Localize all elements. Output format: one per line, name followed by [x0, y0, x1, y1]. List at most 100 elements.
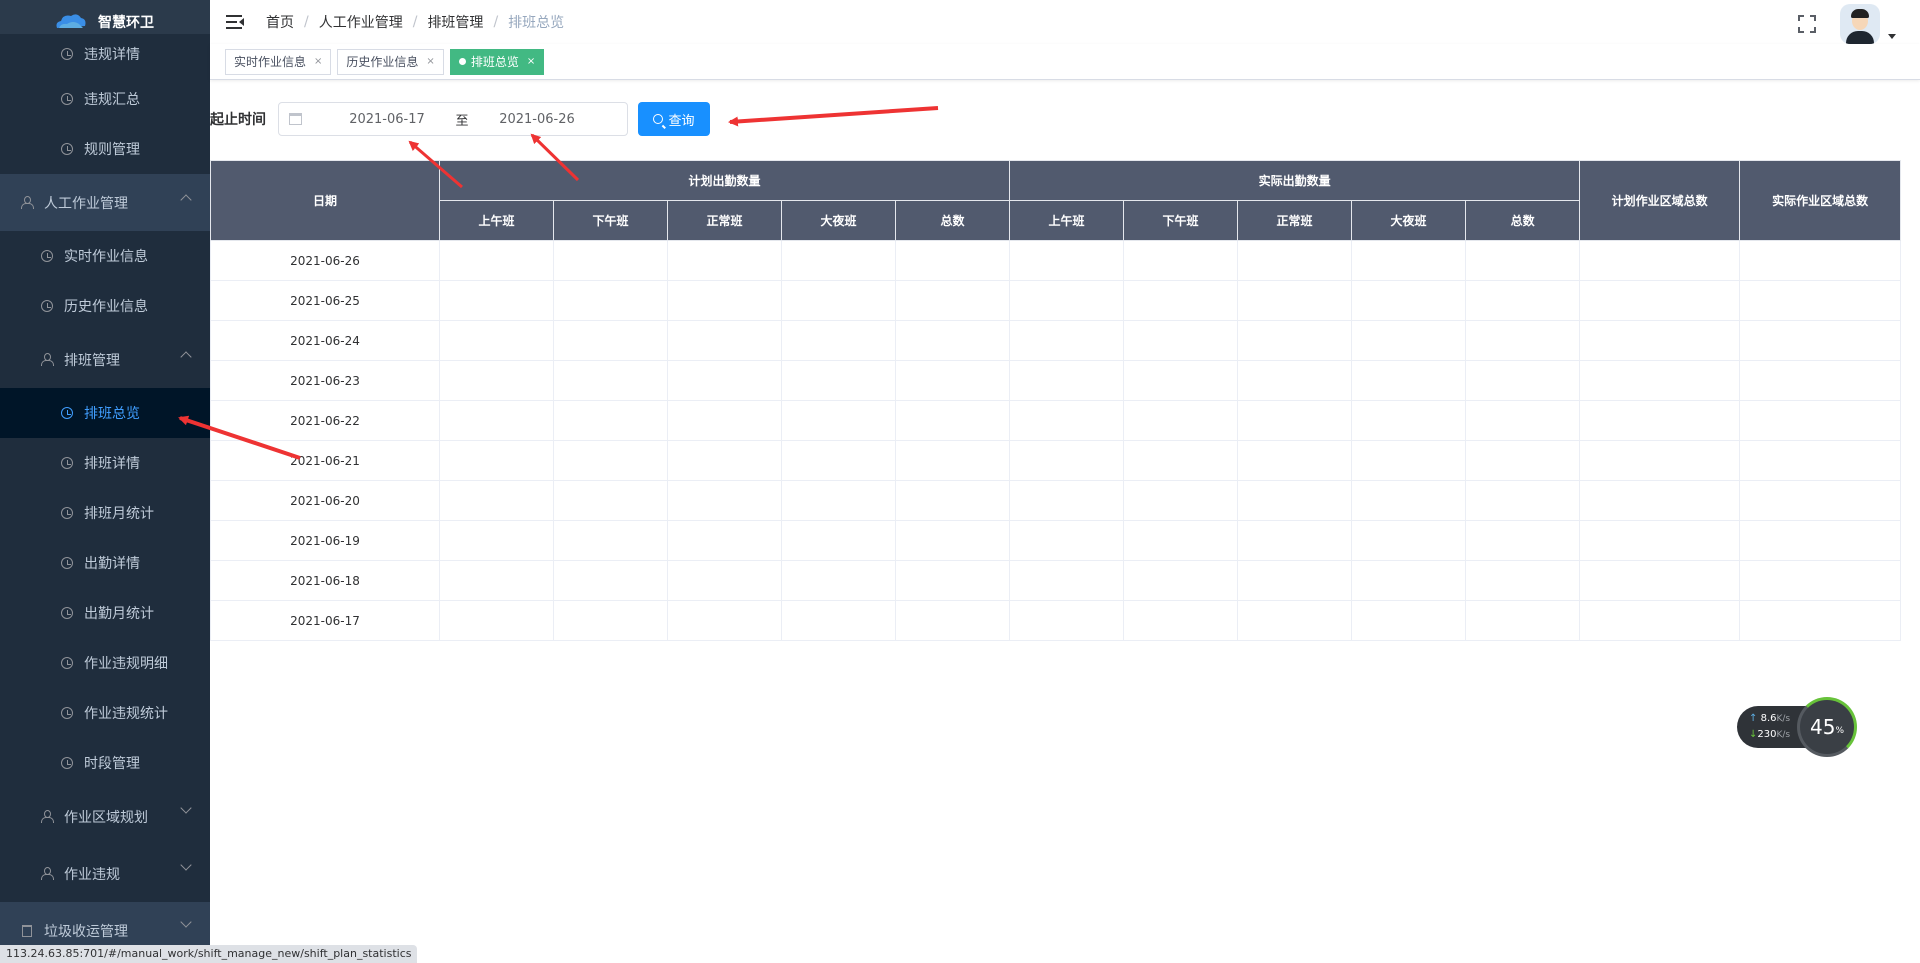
empty-cell [1579, 520, 1741, 561]
end-date-input[interactable]: 2021-06-26 [482, 112, 592, 127]
clock-icon [60, 606, 74, 620]
sidebar-item-10[interactable]: 出勤详情 [0, 538, 210, 588]
sidebar-item-2[interactable]: 规则管理 [0, 124, 210, 174]
start-date-input[interactable]: 2021-06-17 [332, 112, 442, 127]
empty-cell [781, 240, 896, 281]
sidebar-item-7[interactable]: 排班总览 [0, 388, 210, 438]
empty-cell [1465, 240, 1581, 281]
empty-cell [781, 400, 896, 441]
empty-cell [1579, 600, 1741, 641]
empty-cell [1123, 360, 1239, 401]
empty-cell [1739, 520, 1902, 561]
calendar-icon [289, 113, 302, 125]
chevron-down-icon [180, 802, 192, 814]
sidebar-item-16[interactable]: 作业违规 [0, 845, 210, 902]
network-speed-widget[interactable]: ↑ 8.6K/s ↓230K/s 45% [1737, 697, 1857, 757]
empty-cell [667, 280, 782, 321]
tab-label: 历史作业信息 [346, 54, 419, 69]
avatar[interactable] [1840, 4, 1880, 44]
empty-cell [1739, 360, 1902, 401]
empty-cell [1009, 480, 1125, 521]
close-icon[interactable]: × [426, 50, 434, 74]
sidebar-item-4[interactable]: 实时作业信息 [0, 231, 210, 281]
empty-cell [553, 520, 668, 561]
sidebar-item-14[interactable]: 时段管理 [0, 738, 210, 788]
empty-cell [1579, 480, 1741, 521]
sidebar-item-8[interactable]: 排班详情 [0, 438, 210, 488]
empty-cell [1009, 320, 1125, 361]
col-header-actual-night: 大夜班 [1351, 200, 1467, 241]
empty-cell [1009, 400, 1125, 441]
date-cell: 2021-06-23 [210, 360, 440, 401]
caret-down-icon[interactable] [1888, 33, 1896, 39]
sidebar-item-5[interactable]: 历史作业信息 [0, 281, 210, 331]
person-icon [40, 810, 54, 824]
breadcrumb-shift-manage[interactable]: 排班管理 [427, 12, 483, 32]
tab-0[interactable]: 实时作业信息 × [225, 48, 332, 75]
empty-cell [667, 480, 782, 521]
empty-cell [1579, 240, 1741, 281]
empty-cell [553, 280, 668, 321]
table-row: 2021-06-24 [210, 320, 1902, 361]
empty-cell [1009, 520, 1125, 561]
sidebar-item-0[interactable]: 违规详情 [0, 34, 210, 74]
clock-icon [60, 142, 74, 156]
table-row: 2021-06-22 [210, 400, 1902, 441]
empty-cell [1579, 320, 1741, 361]
empty-cell [1579, 560, 1741, 601]
breadcrumb-home[interactable]: 首页 [266, 12, 294, 32]
tab-2[interactable]: 排班总览 × [449, 48, 545, 75]
empty-cell [1237, 440, 1353, 481]
close-icon[interactable]: × [314, 50, 322, 74]
col-header-actual-area: 实际作业区域总数 [1739, 160, 1902, 241]
clock-icon [60, 406, 74, 420]
sidebar-item-11[interactable]: 出勤月统计 [0, 588, 210, 638]
empty-cell [1351, 480, 1467, 521]
date-range-picker[interactable]: 2021-06-17 至 2021-06-26 [278, 102, 628, 136]
empty-cell [439, 320, 554, 361]
trash-icon [20, 924, 34, 938]
empty-cell [1009, 360, 1125, 401]
sidebar-item-6[interactable]: 排班管理 [0, 331, 210, 388]
fullscreen-icon[interactable] [1798, 15, 1816, 33]
tab-1[interactable]: 历史作业信息 × [337, 48, 444, 75]
person-icon [40, 353, 54, 367]
empty-cell [1237, 280, 1353, 321]
empty-cell [1351, 400, 1467, 441]
empty-cell [1739, 280, 1902, 321]
empty-cell [1237, 360, 1353, 401]
empty-cell [667, 400, 782, 441]
clock-icon [40, 299, 54, 313]
empty-cell [1237, 520, 1353, 561]
sidebar-item-label: 时段管理 [84, 756, 140, 772]
empty-cell [1351, 360, 1467, 401]
sidebar-item-1[interactable]: 违规汇总 [0, 74, 210, 124]
sidebar-item-12[interactable]: 作业违规明细 [0, 638, 210, 688]
query-button[interactable]: 查询 [638, 102, 710, 136]
empty-cell [439, 360, 554, 401]
sidebar-item-label: 作业区域规划 [64, 809, 148, 826]
col-header-planned-pm: 下午班 [553, 200, 668, 241]
empty-cell [553, 320, 668, 361]
empty-cell [1351, 280, 1467, 321]
cloud-logo-icon [56, 14, 86, 28]
date-cell: 2021-06-17 [210, 600, 440, 641]
empty-cell [667, 560, 782, 601]
chevron-up-icon [180, 194, 192, 206]
empty-cell [894, 280, 1011, 321]
sidebar: 智慧环卫 违规详情 违规汇总 规则管理 人工作业管理 实时作业信息 历史作业信息 排班管理排… [0, 0, 210, 963]
empty-cell [1123, 240, 1239, 281]
sidebar-item-9[interactable]: 排班月统计 [0, 488, 210, 538]
close-icon[interactable]: × [527, 50, 535, 74]
upload-speed: 8.6 [1760, 713, 1777, 724]
breadcrumb-manual-work[interactable]: 人工作业管理 [319, 12, 403, 32]
empty-cell [1009, 440, 1125, 481]
chevron-down-icon [180, 916, 192, 928]
empty-cell [667, 440, 782, 481]
sidebar-item-3[interactable]: 人工作业管理 [0, 174, 210, 231]
sidebar-item-13[interactable]: 作业违规统计 [0, 688, 210, 738]
sidebar-item-15[interactable]: 作业区域规划 [0, 788, 210, 845]
hamburger-icon[interactable] [226, 15, 244, 29]
shift-overview-table: 日期 计划出勤数量 实际出勤数量 计划作业区域总数 实际作业区域总数 上午班 下… [210, 160, 1902, 641]
empty-cell [1351, 600, 1467, 641]
